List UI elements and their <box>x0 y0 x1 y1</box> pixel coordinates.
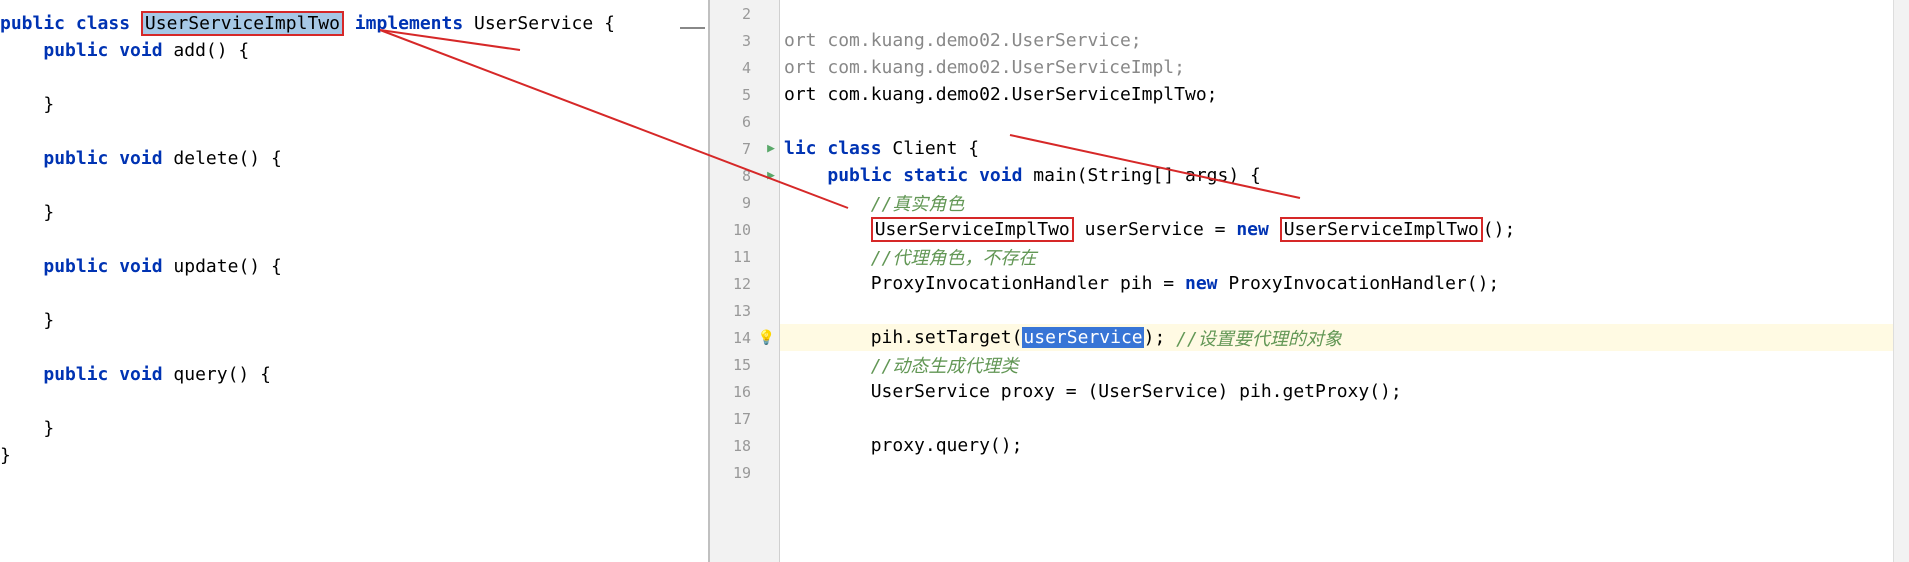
vertical-scrollbar[interactable] <box>1893 0 1909 562</box>
keyword-class: class <box>76 13 141 34</box>
import-path: com.kuang.demo02.UserServiceImplTwo <box>827 84 1206 105</box>
code-line[interactable]: ProxyInvocationHandler pih = new ProxyIn… <box>780 270 1893 297</box>
method-name: update <box>173 256 238 277</box>
line-number: 3 <box>742 32 751 50</box>
code-line[interactable]: public void update () { <box>0 253 708 280</box>
run-icon[interactable]: ▶ <box>767 141 775 156</box>
code-line[interactable]: proxy.query(); <box>780 432 1893 459</box>
import-path: com.kuang.demo02.UserService <box>827 30 1130 51</box>
code-line[interactable]: //真实角色 <box>780 189 1893 216</box>
comment: //代理角色，不存在 <box>871 244 1037 270</box>
line-number: 15 <box>733 356 751 374</box>
keyword-implements: implements <box>344 13 474 34</box>
code-line[interactable]: public class UserServiceImplTwo implemen… <box>0 10 708 37</box>
code-line[interactable]: public void add () { <box>0 37 708 64</box>
code-line[interactable]: ort com.kuang.demo02.UserServiceImplTwo … <box>780 81 1893 108</box>
line-number: 13 <box>733 302 751 320</box>
code-line[interactable] <box>0 64 708 91</box>
line-number: 11 <box>733 248 751 266</box>
line-number: 9 <box>742 194 751 212</box>
right-code-area[interactable]: ort com.kuang.demo02.UserService ; ort c… <box>780 0 1893 562</box>
code-line[interactable]: public static void main (String[] args) … <box>780 162 1893 189</box>
code-text: proxy.query(); <box>871 435 1023 456</box>
code-line[interactable]: ort com.kuang.demo02.UserServiceImpl ; <box>780 54 1893 81</box>
code-line[interactable]: //代理角色，不存在 <box>780 243 1893 270</box>
code-line[interactable] <box>780 0 1893 27</box>
code-line[interactable] <box>0 388 708 415</box>
comment: //真实角色 <box>871 190 965 216</box>
right-editor-pane[interactable]: 2 3 4 5 6 7▶ 8▶ 9 10 11 12 13 14💡 15 16 … <box>710 0 1909 562</box>
keyword-void: void <box>119 40 173 61</box>
code-line[interactable] <box>0 118 708 145</box>
brace: { <box>604 13 615 34</box>
comment: //动态生成代理类 <box>871 352 1019 378</box>
line-number: 19 <box>733 464 751 482</box>
selected-argument[interactable]: userService <box>1022 327 1143 348</box>
method-name: query <box>173 364 227 385</box>
code-line-current[interactable]: pih.setTarget( userService ); //设置要代理的对象 <box>780 324 1893 351</box>
line-number: 12 <box>733 275 751 293</box>
code-line[interactable]: } <box>0 91 708 118</box>
line-number: 8 <box>742 167 751 185</box>
code-line[interactable] <box>0 172 708 199</box>
interface-name: UserService <box>474 13 604 34</box>
line-gutter: 2 3 4 5 6 7▶ 8▶ 9 10 11 12 13 14💡 15 16 … <box>710 0 780 562</box>
class-name-selected[interactable]: UserServiceImplTwo <box>141 11 344 36</box>
type-name-boxed: UserServiceImplTwo <box>871 217 1074 242</box>
code-line[interactable]: UserServiceImplTwo userService = new Use… <box>780 216 1893 243</box>
line-number: 6 <box>742 113 751 131</box>
code-line[interactable]: } <box>0 442 708 469</box>
line-number: 2 <box>742 5 751 23</box>
method-main: main <box>1033 165 1076 186</box>
code-line[interactable]: UserService proxy = (UserService) pih.ge… <box>780 378 1893 405</box>
keyword-public: public <box>43 40 119 61</box>
code-line[interactable] <box>0 226 708 253</box>
line-number: 16 <box>733 383 751 401</box>
code-line[interactable] <box>0 334 708 361</box>
lightbulb-icon[interactable]: 💡 <box>758 330 775 346</box>
line-number: 14 <box>733 329 751 347</box>
line-number: 5 <box>742 86 751 104</box>
run-icon[interactable]: ▶ <box>767 168 775 183</box>
import-path: com.kuang.demo02.UserServiceImpl <box>827 57 1174 78</box>
line-number: 17 <box>733 410 751 428</box>
code-line[interactable]: } <box>0 199 708 226</box>
line-number: 10 <box>733 221 751 239</box>
keyword-public: public <box>0 13 76 34</box>
code-text: UserService proxy = (UserService) pih.ge… <box>871 381 1402 402</box>
method-name: delete <box>173 148 238 169</box>
line-number: 18 <box>733 437 751 455</box>
code-line[interactable]: } <box>0 415 708 442</box>
code-line[interactable] <box>780 459 1893 486</box>
method-name: add <box>173 40 206 61</box>
line-number: 7 <box>742 140 751 158</box>
code-line[interactable] <box>780 108 1893 135</box>
code-line[interactable] <box>0 280 708 307</box>
comment: //设置要代理的对象 <box>1176 325 1342 351</box>
line-number: 4 <box>742 59 751 77</box>
code-line[interactable]: //动态生成代理类 <box>780 351 1893 378</box>
class-name: Client <box>892 138 968 159</box>
code-line[interactable] <box>780 405 1893 432</box>
code-line[interactable] <box>780 297 1893 324</box>
code-line[interactable]: public void delete () { <box>0 145 708 172</box>
code-line[interactable]: lic class Client { <box>780 135 1893 162</box>
code-line[interactable]: } <box>0 307 708 334</box>
code-line[interactable]: public void query () { <box>0 361 708 388</box>
left-editor-pane[interactable]: public class UserServiceImplTwo implemen… <box>0 0 708 562</box>
code-line[interactable]: ort com.kuang.demo02.UserService ; <box>780 27 1893 54</box>
constructor-boxed: UserServiceImplTwo <box>1280 217 1483 242</box>
